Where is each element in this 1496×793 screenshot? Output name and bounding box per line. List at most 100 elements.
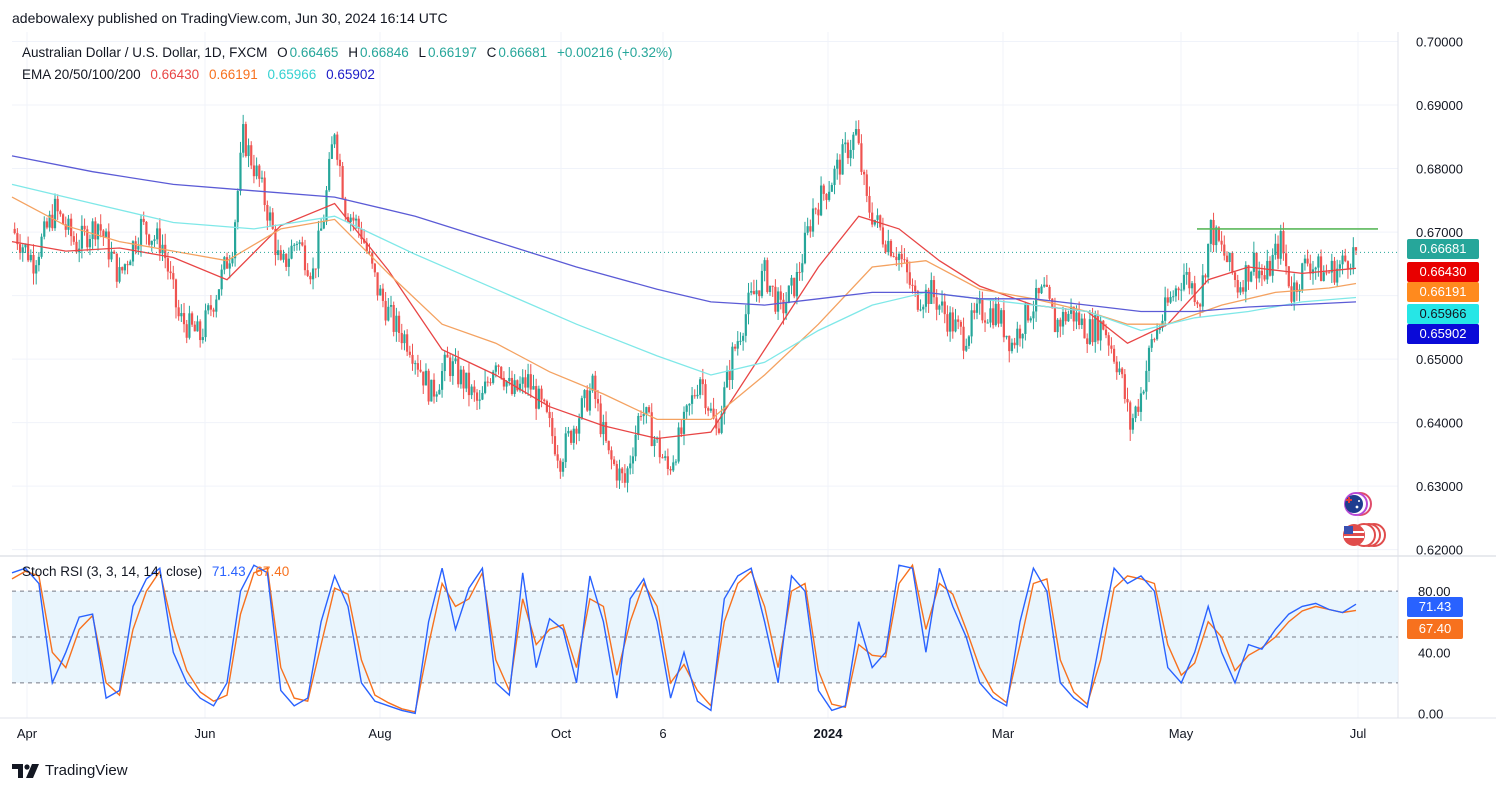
candle-body	[594, 375, 597, 400]
candle-body	[416, 363, 419, 370]
candle-body	[793, 277, 796, 297]
tradingview-brand[interactable]: TradingView	[45, 762, 128, 779]
candle-body	[459, 369, 462, 385]
candle-body	[1196, 302, 1199, 305]
candle-body	[384, 300, 387, 321]
candle-body	[1016, 328, 1019, 346]
candle-body	[806, 226, 809, 233]
candle-body	[190, 313, 194, 325]
candle-body	[293, 244, 296, 246]
candle-body	[1174, 288, 1178, 297]
candle-body	[260, 177, 264, 179]
rsi-label[interactable]: Stoch RSI (3, 3, 14, 14, close)	[22, 564, 202, 579]
candle-body	[717, 428, 721, 433]
candle-body	[440, 371, 444, 390]
candle-body	[699, 379, 702, 395]
tradingview-logo-icon[interactable]	[12, 763, 39, 778]
candle-body	[1134, 406, 1137, 419]
candle-body	[561, 462, 565, 472]
candle-body	[239, 152, 242, 192]
candle-body	[830, 184, 833, 192]
candle-body	[373, 263, 376, 273]
australia-flag-icon[interactable]	[1340, 492, 1372, 516]
candle-body	[185, 324, 188, 338]
rsi-tag-d: 67.40	[1407, 619, 1463, 639]
candle-body	[142, 218, 145, 222]
candle-body	[177, 307, 180, 317]
candle-body	[411, 354, 414, 364]
ema50-value: 0.66191	[208, 67, 258, 82]
candle-body	[18, 244, 22, 253]
candle-body	[1164, 297, 1167, 321]
candle-body	[1061, 311, 1065, 327]
candle-body	[709, 408, 712, 411]
candle-body	[1131, 418, 1134, 430]
candle-body	[1290, 286, 1293, 302]
candle-body	[1000, 310, 1003, 324]
candle-body	[922, 306, 925, 310]
candle-body	[596, 399, 600, 404]
candle-body	[825, 193, 828, 200]
candle-body	[739, 340, 742, 342]
symbol-name[interactable]: Australian Dollar / U.S. Dollar, 1D, FXC…	[22, 45, 267, 60]
candle-body	[975, 303, 979, 313]
candle-body	[607, 440, 610, 451]
candle-body	[1002, 310, 1005, 338]
candle-body	[647, 407, 651, 413]
candle-body	[223, 257, 226, 270]
candle-body	[80, 225, 83, 249]
ema-label[interactable]: EMA 20/50/100/200	[22, 67, 141, 82]
candle-body	[602, 421, 605, 435]
candle-body	[51, 214, 54, 229]
candle-body	[129, 261, 132, 266]
candle-body	[250, 145, 253, 166]
price-tick-label: 0.62000	[1416, 543, 1463, 558]
candle-body	[817, 209, 820, 216]
candle-body	[406, 334, 409, 352]
candle-body	[1166, 297, 1169, 303]
candle-body	[91, 221, 94, 240]
candle-body	[556, 454, 559, 461]
price-tick-label: 0.65000	[1416, 352, 1463, 367]
candle-body	[126, 264, 129, 266]
candle-body	[180, 313, 183, 317]
candle-body	[795, 271, 798, 297]
candle-body	[889, 240, 893, 256]
candle-body	[1075, 312, 1078, 322]
candle-body	[255, 165, 258, 177]
candle-body	[871, 212, 874, 225]
candle-body	[1263, 275, 1266, 280]
candle-body	[1201, 275, 1204, 307]
candle-body	[881, 227, 885, 245]
candle-body	[217, 289, 221, 300]
candle-body	[897, 253, 901, 261]
candle-body	[1123, 374, 1126, 399]
time-tick-label: 6	[659, 726, 666, 741]
candle-body	[908, 272, 911, 285]
candle-body	[242, 124, 245, 153]
candle-body	[414, 363, 417, 365]
candle-body	[392, 305, 395, 332]
candle-body	[868, 195, 871, 213]
candle-body	[768, 285, 772, 292]
candle-body	[833, 168, 836, 185]
candle-body	[268, 212, 272, 221]
candle-body	[1333, 260, 1336, 283]
candle-body	[664, 456, 667, 458]
candle-body	[959, 321, 962, 327]
candle-body	[900, 253, 903, 260]
candle-body	[451, 361, 454, 377]
time-tick-label: Aug	[368, 726, 391, 741]
candle-body	[1207, 243, 1210, 278]
candle-body	[174, 279, 178, 308]
candle-body	[1279, 231, 1282, 259]
candle-body	[1029, 318, 1032, 321]
candle-body	[857, 129, 860, 144]
candle-body	[1322, 272, 1325, 281]
usa-flag-icon[interactable]	[1338, 523, 1388, 547]
candle-body	[997, 303, 1000, 324]
candle-body	[59, 211, 62, 215]
candle-body	[1150, 339, 1153, 348]
candle-body	[1129, 402, 1132, 430]
candle-body	[328, 158, 331, 191]
